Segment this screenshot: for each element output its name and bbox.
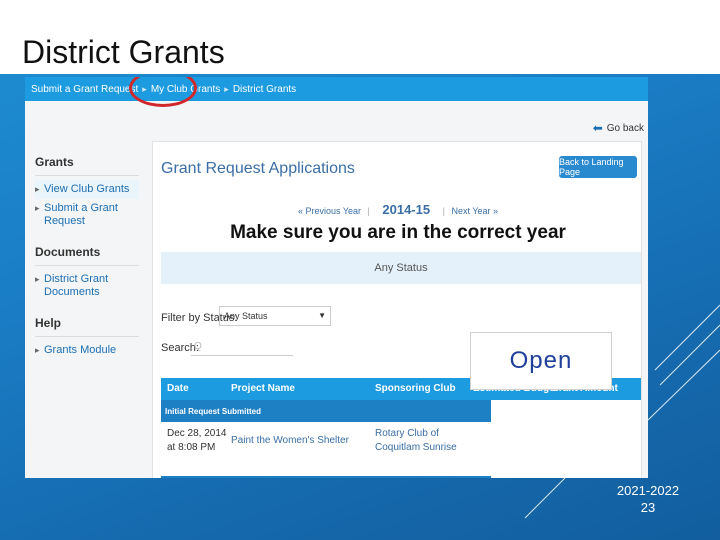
page-number: 23	[640, 500, 656, 515]
slide-footer: 2021-2022 23	[600, 482, 696, 516]
back-arrow-icon: ⬅	[592, 121, 603, 135]
nav-submit-grant-request[interactable]: Submit a Grant Request	[31, 84, 138, 95]
sidebar-group-grants: Grants View Club Grants Submit a Grant R…	[35, 155, 139, 231]
sidebar-item-district-grant-documents[interactable]: District Grant Documents	[35, 270, 139, 302]
column-header-project-name[interactable]: Project Name	[231, 383, 295, 394]
sidebar-item-view-club-grants[interactable]: View Club Grants	[35, 180, 139, 199]
row-club: Rotary Club of	[375, 428, 439, 439]
sidebar-heading: Documents	[35, 245, 139, 266]
sidebar-group-documents: Documents District Grant Documents	[35, 245, 139, 302]
column-header-sponsoring-club[interactable]: Sponsoring Club	[375, 383, 456, 394]
sidebar-item-submit-grant-request[interactable]: Submit a Grant Request	[35, 199, 139, 231]
sidebar: Grants View Club Grants Submit a Grant R…	[35, 155, 139, 374]
row-project[interactable]: Paint the Women's Shelter	[231, 435, 349, 447]
next-group-row	[161, 476, 491, 478]
previous-year-link[interactable]: « Previous Year	[298, 206, 361, 216]
status-bar: Any Status	[161, 252, 641, 284]
row-date: Dec 28, 2014	[167, 428, 227, 439]
go-back-label: Go back	[606, 122, 644, 134]
footer-year: 2021-2022	[616, 483, 680, 498]
divider: |	[442, 206, 445, 216]
divider: |	[367, 206, 370, 216]
year-selector: « Previous Year | 2014-15 | Next Year »	[153, 202, 643, 217]
search-input[interactable]: Q	[191, 338, 293, 356]
sidebar-item-grants-module[interactable]: Grants Module	[35, 341, 139, 360]
sidebar-group-help: Help Grants Module	[35, 316, 139, 360]
grants-screenshot: Submit a Grant Request ▸ My Club Grants …	[25, 77, 648, 478]
open-button[interactable]: Open	[470, 332, 612, 390]
nav-separator-icon: ▸	[224, 83, 229, 94]
table-row[interactable]: Dec 28, 2014 at 8:08 PM Paint the Women'…	[161, 426, 491, 470]
column-header-date[interactable]: Date	[167, 383, 189, 394]
next-year-link[interactable]: Next Year »	[451, 206, 498, 216]
sidebar-heading: Grants	[35, 155, 139, 176]
highlight-circle	[129, 77, 197, 107]
nav-district-grants[interactable]: District Grants	[233, 84, 296, 95]
current-year: 2014-15	[382, 202, 431, 217]
status-filter-value: Any Status	[224, 311, 268, 321]
status-filter-select[interactable]: Any Status ▼	[219, 306, 331, 326]
top-navigation: Submit a Grant Request ▸ My Club Grants …	[25, 77, 648, 101]
back-to-landing-button[interactable]: Back to Landing Page	[559, 156, 637, 178]
go-back-link[interactable]: ⬅ Go back	[593, 121, 644, 135]
panel-title: Grant Request Applications	[161, 160, 355, 177]
row-time: at 8:08 PM	[167, 442, 216, 453]
dropdown-caret-icon: ▼	[318, 311, 326, 320]
group-row: Initial Request Submitted	[161, 400, 491, 422]
grant-applications-panel: Grant Request Applications Back to Landi…	[152, 141, 642, 478]
row-club-name: Coquitlam Sunrise	[375, 442, 457, 453]
year-callout: Make sure you are in the correct year	[230, 222, 566, 243]
sidebar-heading: Help	[35, 316, 139, 337]
